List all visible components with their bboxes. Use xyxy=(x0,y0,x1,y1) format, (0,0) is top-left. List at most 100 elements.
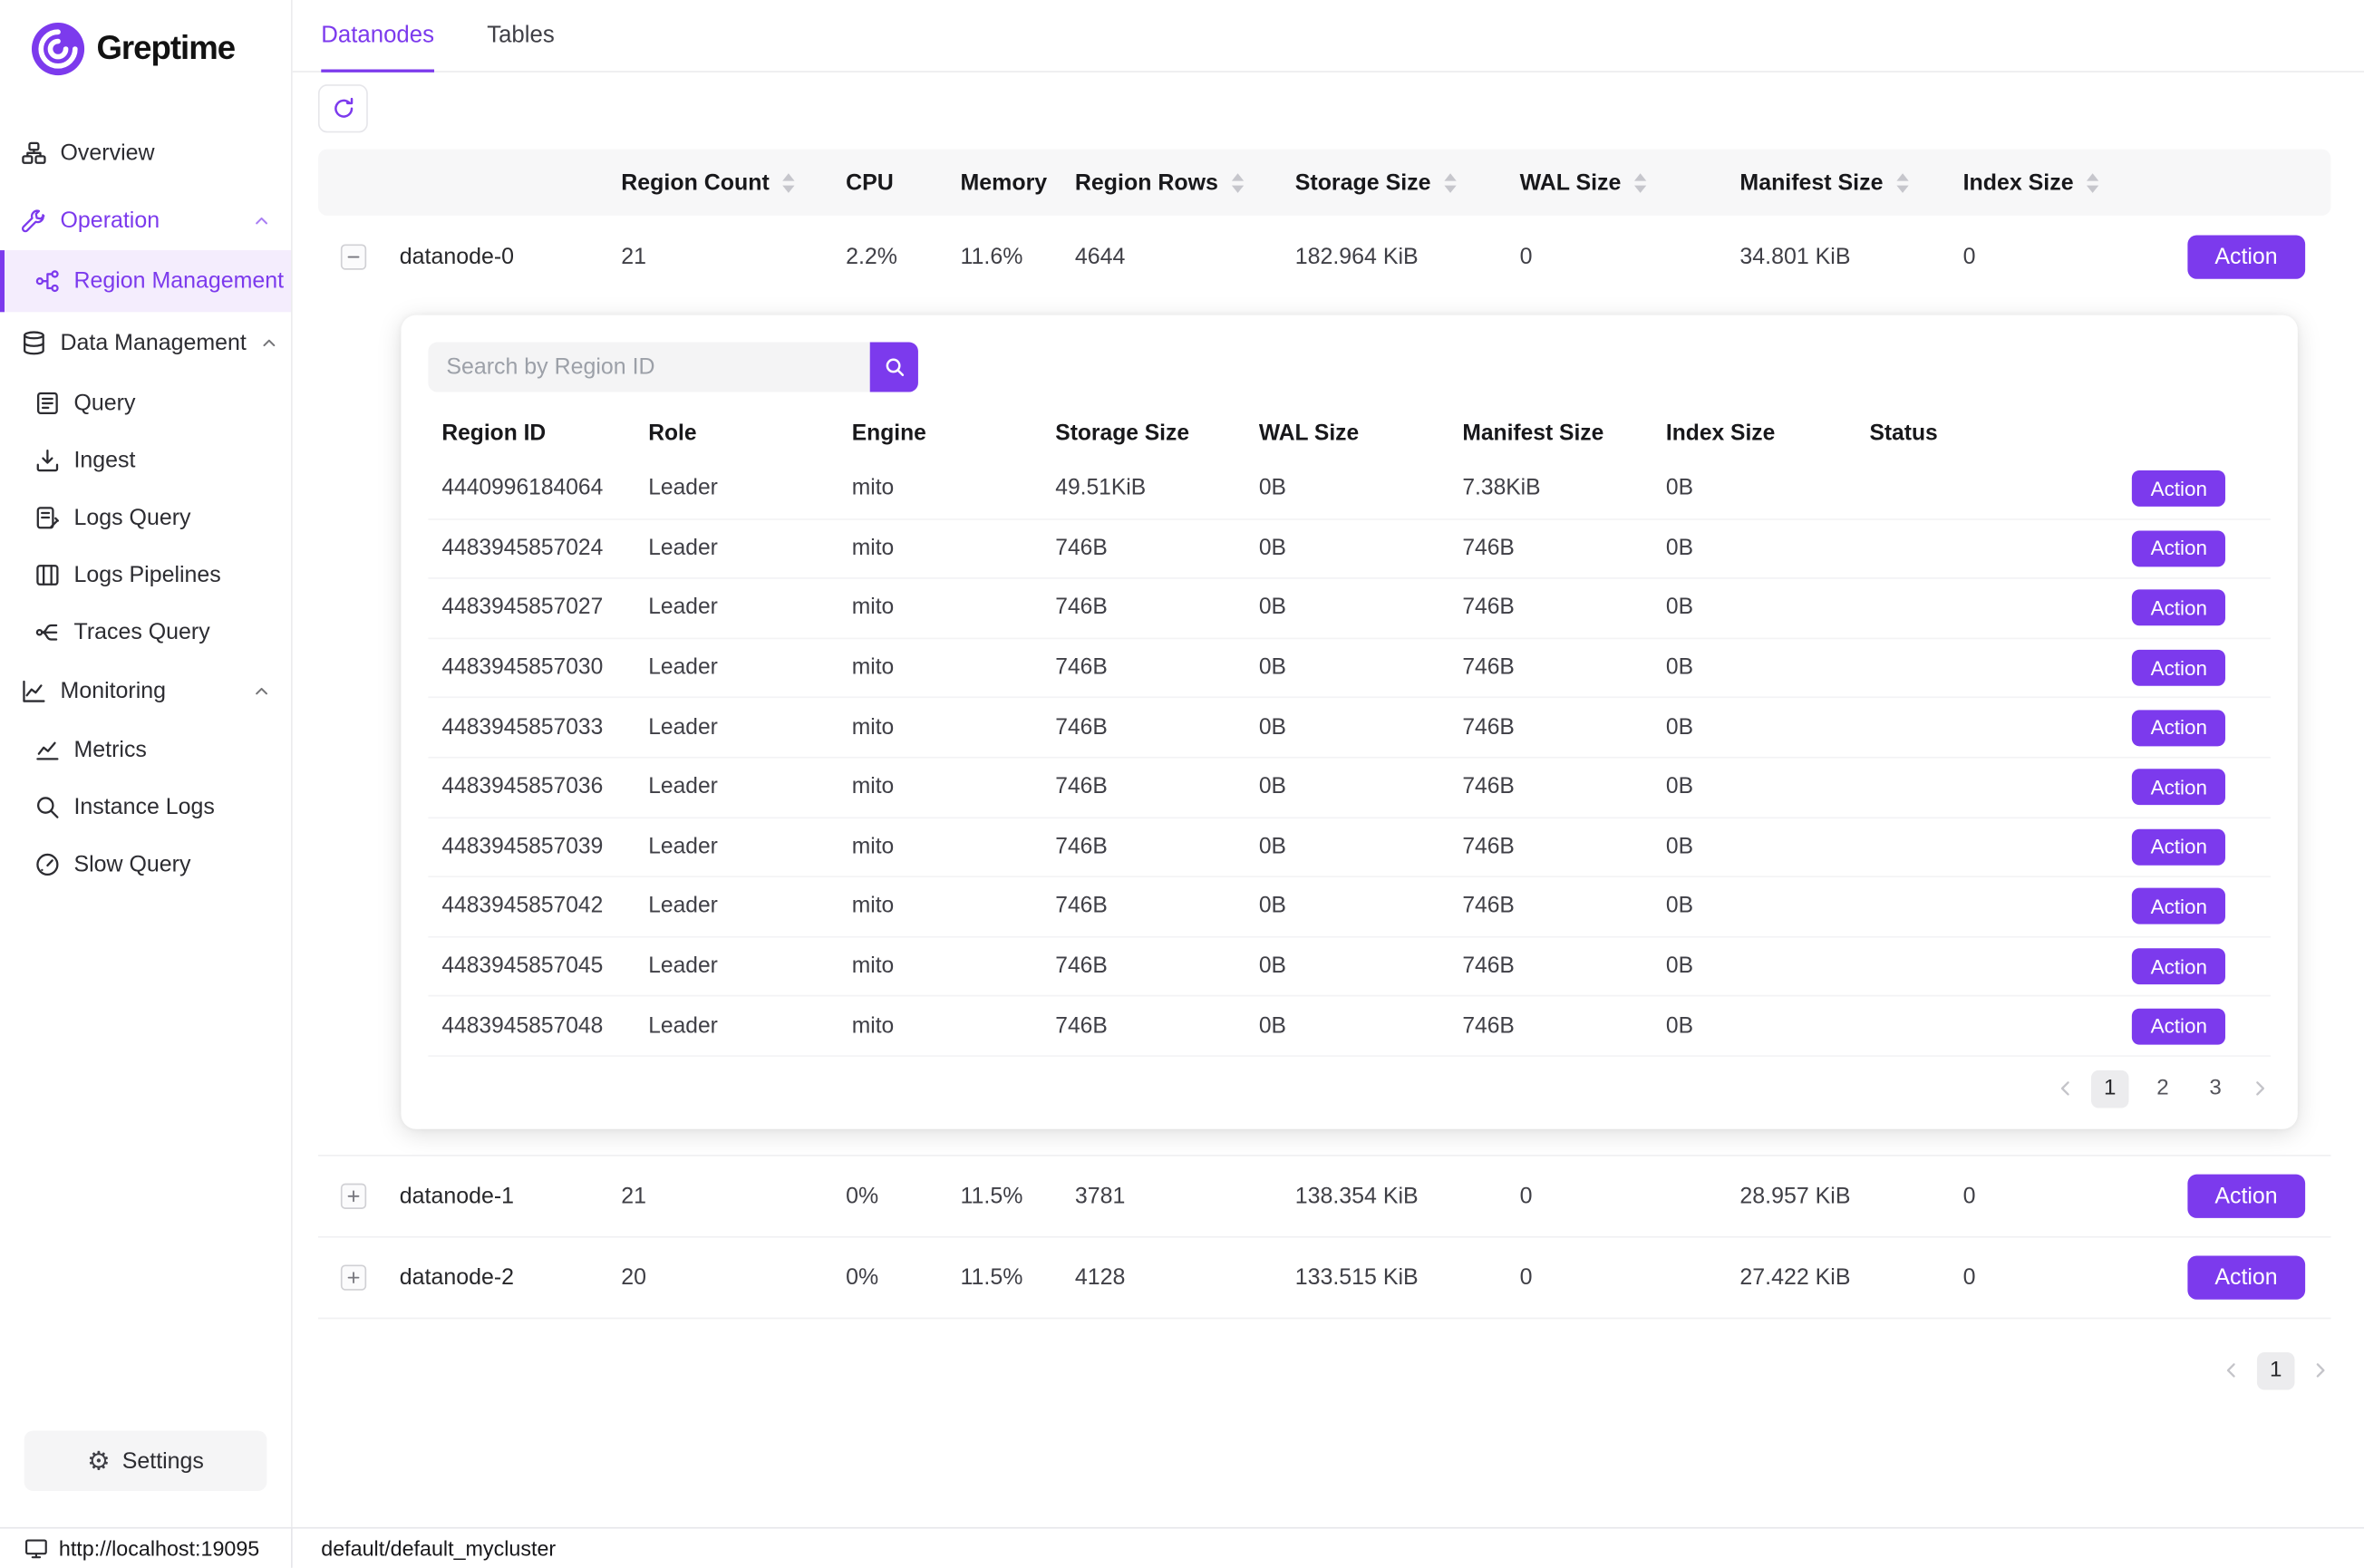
main-area: Datanodes Tables Region Count xyxy=(293,0,2364,1527)
region-id: 4483945857039 xyxy=(428,835,648,859)
plus-icon xyxy=(345,1269,362,1285)
region-action-button[interactable]: Action xyxy=(2133,948,2225,984)
cluster-name: default/default_mycluster xyxy=(293,1536,556,1561)
manifest-size: 746B xyxy=(1462,895,1666,919)
region-row: 4483945857036 Leader mito 746B 0B 746B 0… xyxy=(428,759,2271,818)
region-action-button[interactable]: Action xyxy=(2133,710,2225,746)
refresh-button[interactable] xyxy=(318,84,368,132)
col-wal-size[interactable]: WAL Size xyxy=(1520,169,1740,195)
prev-page-icon[interactable] xyxy=(2221,1360,2242,1381)
engine: mito xyxy=(852,656,1056,681)
col-region-id: Region ID xyxy=(428,422,648,447)
role: Leader xyxy=(648,895,852,919)
wal-size: 0B xyxy=(1259,1014,1463,1039)
sidebar-item-traces-query[interactable]: Traces Query xyxy=(0,603,291,660)
tab-tables[interactable]: Tables xyxy=(487,0,555,71)
region-count-value: 20 xyxy=(621,1264,846,1290)
datanodes-table-header: Region Count CPU Memory Region Rows Stor… xyxy=(318,150,2330,216)
search-button[interactable] xyxy=(870,343,918,392)
tab-datanodes[interactable]: Datanodes xyxy=(321,0,434,71)
next-page-icon[interactable] xyxy=(2310,1360,2330,1381)
slow-query-icon xyxy=(34,851,60,876)
sidebar-group-label: Operation xyxy=(61,208,160,233)
region-action-button[interactable]: Action xyxy=(2133,1008,2225,1044)
sort-icon[interactable] xyxy=(783,172,795,192)
sidebar-nav: Overview Operation Region Management xyxy=(0,122,291,893)
settings-button[interactable]: ⚙ Settings xyxy=(24,1430,267,1491)
memory-value: 11.5% xyxy=(960,1264,1074,1290)
sidebar-group-data-management[interactable]: Data Management xyxy=(0,312,291,373)
region-row: 4483945857030 Leader mito 746B 0B 746B 0… xyxy=(428,639,2271,699)
refresh-icon xyxy=(331,96,355,121)
brand-logo[interactable]: Greptime xyxy=(0,18,291,79)
status-bar: http://localhost:19095 default/default_m… xyxy=(0,1527,2364,1568)
role: Leader xyxy=(648,716,852,740)
next-page-icon[interactable] xyxy=(2250,1079,2271,1099)
role: Leader xyxy=(648,954,852,979)
prev-page-icon[interactable] xyxy=(2055,1079,2076,1099)
sidebar-item-logs-pipelines[interactable]: Logs Pipelines xyxy=(0,546,291,603)
sort-icon[interactable] xyxy=(1232,172,1244,192)
wal-size: 0B xyxy=(1259,775,1463,799)
col-region-rows[interactable]: Region Rows xyxy=(1075,169,1295,195)
expand-row-button[interactable] xyxy=(341,1264,366,1290)
col-index-size[interactable]: Index Size xyxy=(1963,169,2188,195)
region-action-button[interactable]: Action xyxy=(2133,530,2225,566)
col-region-count[interactable]: Region Count xyxy=(621,169,846,195)
engine: mito xyxy=(852,477,1056,501)
action-button[interactable]: Action xyxy=(2187,1175,2304,1218)
region-action-button[interactable]: Action xyxy=(2133,650,2225,686)
index-size: 0B xyxy=(1666,537,1870,561)
sidebar-item-instance-logs[interactable]: Instance Logs xyxy=(0,778,291,835)
action-button[interactable]: Action xyxy=(2187,1255,2304,1299)
region-action-button[interactable]: Action xyxy=(2133,470,2225,507)
expand-row-button[interactable] xyxy=(341,1184,366,1209)
sidebar-item-label: Logs Pipelines xyxy=(73,562,220,587)
region-panel: Region ID Role Engine Storage Size WAL S… xyxy=(401,315,2297,1129)
sort-icon[interactable] xyxy=(2088,172,2099,192)
engine: mito xyxy=(852,1014,1056,1039)
sidebar-item-metrics[interactable]: Metrics xyxy=(0,721,291,778)
page-button-1[interactable]: 1 xyxy=(2091,1070,2129,1108)
region-row: 4483945857045 Leader mito 746B 0B 746B 0… xyxy=(428,937,2271,997)
gear-icon: ⚙ xyxy=(87,1448,110,1474)
traces-query-icon xyxy=(34,619,60,644)
sidebar-item-overview[interactable]: Overview xyxy=(0,122,291,183)
manifest-size: 7.38KiB xyxy=(1462,477,1666,501)
sort-icon[interactable] xyxy=(1634,172,1646,192)
region-search-bar xyxy=(428,343,2271,392)
sidebar-group-monitoring[interactable]: Monitoring xyxy=(0,661,291,721)
sidebar-item-label: Traces Query xyxy=(73,619,209,644)
sidebar-item-ingest[interactable]: Ingest xyxy=(0,431,291,489)
col-storage-size[interactable]: Storage Size xyxy=(1295,169,1520,195)
role: Leader xyxy=(648,1014,852,1039)
sidebar-item-region-management[interactable]: Region Management xyxy=(0,250,291,312)
sidebar-group-operation[interactable]: Operation xyxy=(0,190,291,251)
page-button-3[interactable]: 3 xyxy=(2196,1070,2234,1108)
sort-icon[interactable] xyxy=(1896,172,1908,192)
collapse-row-button[interactable] xyxy=(341,244,366,269)
region-action-button[interactable]: Action xyxy=(2133,769,2225,806)
region-action-button[interactable]: Action xyxy=(2133,590,2225,626)
region-action-button[interactable]: Action xyxy=(2133,888,2225,924)
storage-size: 746B xyxy=(1055,954,1259,979)
index-size-value: 0 xyxy=(1963,244,2188,269)
region-table-header: Region ID Role Engine Storage Size WAL S… xyxy=(428,409,2271,460)
region-search-input[interactable] xyxy=(428,343,869,392)
sidebar-item-query[interactable]: Query xyxy=(0,373,291,431)
sidebar-item-slow-query[interactable]: Slow Query xyxy=(0,835,291,892)
cpu-value: 2.2% xyxy=(846,244,960,269)
sidebar-item-logs-query[interactable]: Logs Query xyxy=(0,489,291,546)
monitor-icon xyxy=(24,1536,49,1561)
wal-size-value: 0 xyxy=(1520,1184,1740,1209)
col-manifest-size[interactable]: Manifest Size xyxy=(1739,169,1962,195)
metrics-icon xyxy=(34,737,60,762)
sort-icon[interactable] xyxy=(1444,172,1456,192)
page-button-1[interactable]: 1 xyxy=(2257,1352,2295,1390)
datanodes-table: Region Count CPU Memory Region Rows Stor… xyxy=(318,150,2330,1320)
page-button-2[interactable]: 2 xyxy=(2144,1070,2182,1108)
action-button[interactable]: Action xyxy=(2187,235,2304,278)
region-action-button[interactable]: Action xyxy=(2133,829,2225,866)
datanode-name: datanode-0 xyxy=(400,244,621,269)
manifest-size: 746B xyxy=(1462,954,1666,979)
